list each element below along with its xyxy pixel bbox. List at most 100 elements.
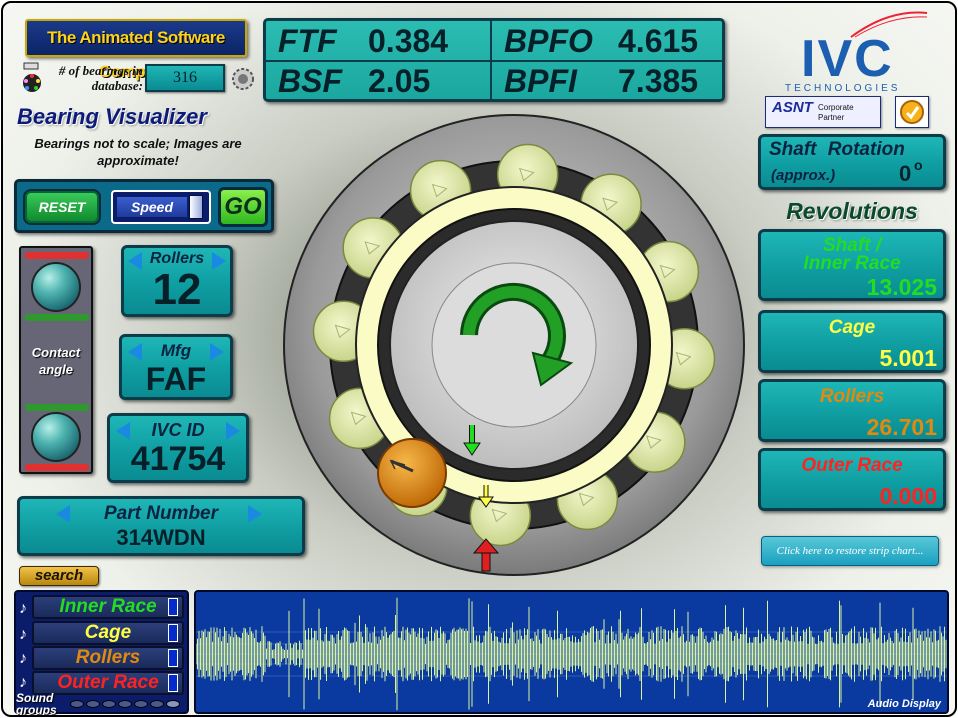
contact-angle-indicator-mid [25,314,89,321]
bearings-db-label: # of bearings in database: [58,63,143,93]
ivc-id-label: IVC ID [151,420,205,440]
audio-display-label: Audio Display [867,698,941,710]
rollers-revolutions-label: Rollers [819,386,885,407]
bpfo-label: BPFO [504,23,593,59]
sound-group-dot[interactable] [134,700,148,708]
volume-meter[interactable] [168,674,178,692]
corporate-partner-badge[interactable]: ASNT Corporate Partner [765,96,881,128]
revolutions-title: Revolutions [786,198,918,224]
bsf-value: 2.05 [368,63,431,99]
bpfo-value: 4.615 [618,23,699,59]
shaft-inner-race-value: 13.025 [866,274,937,300]
cage-box[interactable]: Cage 5.001 [758,310,946,373]
ftf-cell: FTF 0.384 [266,21,494,61]
part-number-label: Part Number [103,503,219,524]
sound-group-dot[interactable] [118,700,132,708]
bpfi-cell: BPFI 7.385 [492,61,720,101]
degree-unit: o [914,157,923,173]
sound-group-dot[interactable] [150,700,164,708]
music-note-icon: ♪ [19,674,27,691]
speed-slider[interactable]: Speed [111,190,211,224]
audio-display: Audio Display [194,590,949,714]
rollers-revolutions-value: 26.701 [866,414,937,440]
contact-angle-indicator-bottom [25,464,89,471]
outer-race-box[interactable]: Outer Race 0.000 [758,448,946,511]
ivc-id-box: IVC ID 41754 [107,413,249,483]
music-note-icon: ♪ [19,650,27,667]
mfg-label: Mfg [160,341,192,360]
reset-button[interactable]: RESET [25,191,99,223]
controls-panel: RESET Speed GO [14,179,274,233]
gear-icon[interactable] [231,67,255,91]
contact-angle-up-button[interactable] [31,262,81,312]
restore-strip-chart-button[interactable]: Click here to restore strip chart... [761,536,939,566]
company-logo[interactable]: The Animated Software Company [25,19,247,81]
contact-angle-indicator-top [25,252,89,259]
waveform-trace [196,597,947,711]
outer-race-label: Outer Race [801,455,903,476]
cage-value: 5.001 [879,345,937,371]
shaft-inner-race-label-2: Inner Race [803,253,901,274]
volume-meter[interactable] [168,598,178,616]
bpfi-label: BPFI [504,63,577,99]
rollers-value: 12 [152,265,202,314]
ivc-text: IVC [801,30,894,88]
sound-group-rollers[interactable]: Rollers [32,646,184,670]
sound-group-dot[interactable] [70,700,84,708]
sound-group-label: Inner Race [59,596,157,617]
sound-groups-label: Sound groups [16,692,57,717]
scale-note: Bearings not to scale; Images are approx… [34,136,242,168]
contact-angle-down-button[interactable] [31,412,81,462]
speed-slider-thumb[interactable] [189,195,203,219]
part-number-value: 314WDN [116,525,206,550]
bearing-graphic [283,114,745,576]
music-note-icon: ♪ [19,626,27,643]
sound-group-label: Cage [84,622,132,643]
contact-angle-panel: Contact angle [19,246,93,474]
ivc-logo[interactable]: IVC TECHNOLOGIES [775,11,945,99]
volume-meter[interactable] [168,649,178,667]
cage-label: Cage [828,317,876,338]
contact-angle-label: Contact angle [31,345,81,377]
sound-groups-panel: ♪ ♪ ♪ ♪ Inner Race Cage Rollers Outer Ra… [14,590,189,717]
bearings-db-count: 316 [145,64,225,92]
bpfi-value: 7.385 [618,63,699,99]
go-button[interactable]: GO [218,187,268,227]
iso-badge[interactable] [895,96,929,128]
page-title: Bearing Visualizer [17,104,207,129]
sound-group-dot[interactable] [86,700,100,708]
rollers-box: Rollers 12 [121,245,233,317]
sound-groups-label-line2: groups [16,703,57,717]
ftf-value: 0.384 [368,23,449,59]
volume-meter[interactable] [168,624,178,642]
rollers-revolutions-box[interactable]: Rollers 26.701 [758,379,946,442]
search-button[interactable]: search [19,566,99,586]
shaft-rotation-label: Shaft Rotation [769,139,905,160]
partner-text: Corporate Partner [818,103,854,122]
database-icon [23,62,41,92]
shaft-rotation-box: Shaft Rotation (approx.) 0 o [758,134,946,190]
iso-seal-icon [900,100,924,124]
sound-group-cage[interactable]: Cage [32,621,184,645]
mfg-value: FAF [145,361,207,397]
sound-group-label: Rollers [75,647,141,668]
part-number-box: Part Number 314WDN [17,496,305,556]
sound-group-inner-race[interactable]: Inner Race [32,595,184,619]
marked-roller [377,438,447,508]
ivc-id-value: 41754 [130,440,226,478]
shaft-rotation-value: 0 [899,161,912,186]
sound-group-dot[interactable] [102,700,116,708]
sound-group-dot[interactable] [166,700,180,708]
audio-waveform [196,597,947,711]
sound-group-label: Outer Race [57,672,159,693]
bsf-label: BSF [278,63,342,99]
ftf-label: FTF [278,23,337,59]
shaft-inner-race-box[interactable]: Shaft / Inner Race 13.025 [758,229,946,301]
shaft-rotation-sub: (approx.) [771,167,836,184]
bearing-visualizer-window: The Animated Software Company # of beari… [1,1,957,717]
outer-race-value: 0.000 [879,483,937,509]
frequency-panel: FTF 0.384 BPFO 4.615 BSF 2.05 BPFI 7.385 [263,18,725,102]
ivc-subtitle: TECHNOLOGIES [785,83,901,94]
bpfo-cell: BPFO 4.615 [492,21,720,61]
contact-angle-indicator-mid2 [25,404,89,411]
